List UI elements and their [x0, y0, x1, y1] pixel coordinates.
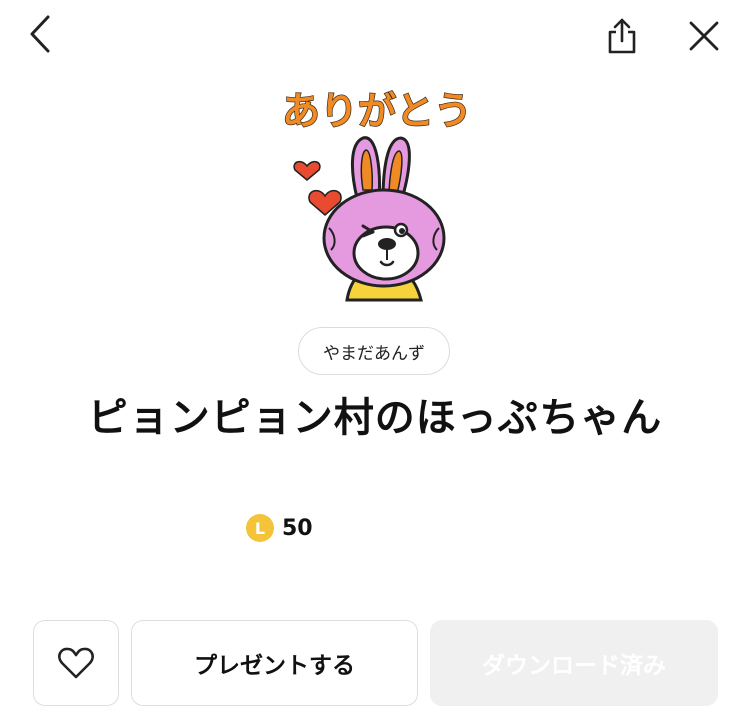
close-icon [689, 21, 719, 51]
like-button[interactable] [33, 620, 119, 706]
price-value: 50 [282, 515, 313, 541]
heart-outline-icon [58, 647, 94, 679]
price-row: L 50 [246, 511, 313, 545]
line-coin-icon: L [246, 514, 274, 542]
sticker-caption: ありがとう [282, 89, 472, 133]
download-button[interactable]: ダウンロード済み [430, 620, 718, 706]
back-button[interactable] [18, 10, 62, 58]
share-icon [608, 18, 636, 54]
present-button[interactable]: プレゼントする [131, 620, 418, 706]
chevron-left-icon [30, 15, 50, 53]
author-button[interactable]: やまだあんず [298, 327, 450, 375]
share-button[interactable] [598, 12, 646, 60]
sticker-title: ピョンピョン村のほっぷちゃん [87, 395, 663, 441]
sticker-preview[interactable]: ありがとう [265, 78, 485, 306]
heart-decoration [293, 160, 321, 181]
rabbit-sticker-image: ありがとう [281, 88, 473, 302]
close-button[interactable] [680, 12, 728, 60]
